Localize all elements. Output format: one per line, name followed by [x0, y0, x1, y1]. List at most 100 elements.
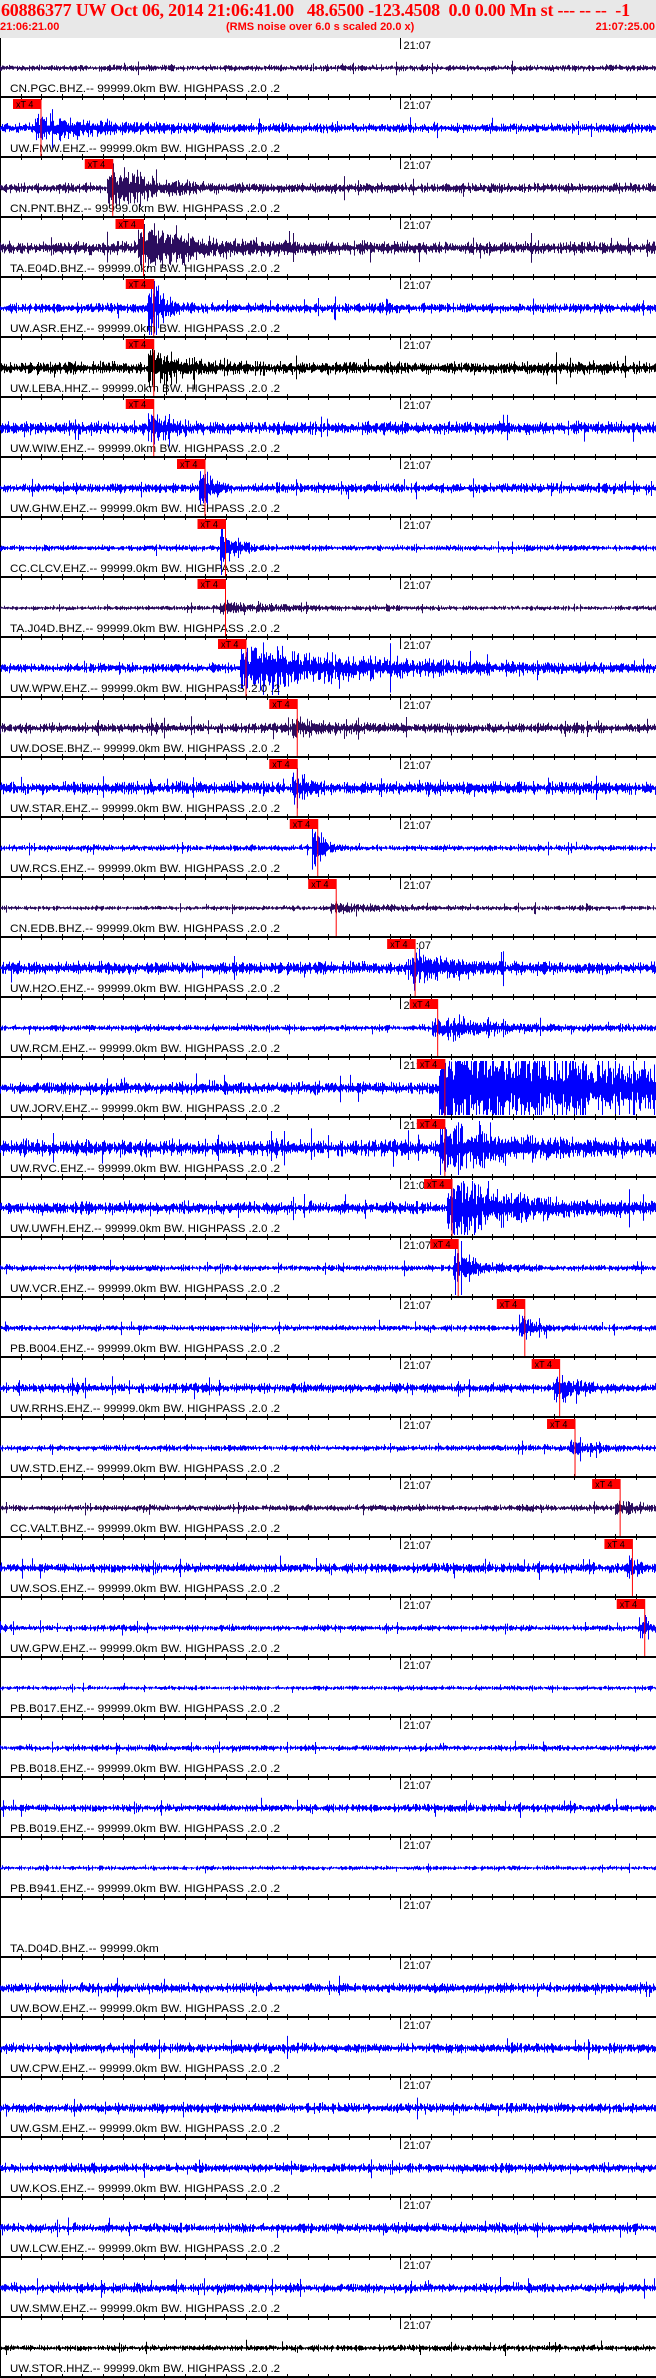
pick-label: xT 4	[129, 280, 146, 290]
station-label: UW.JORV.EHZ.-- 99999.0km BW. HIGHPASS .2…	[10, 1103, 280, 1115]
pick-label: xT 4	[293, 820, 310, 830]
waveform	[0, 413, 656, 447]
station-label: TA.J04D.BHZ.-- 99999.0km BW. HIGHPASS .2…	[10, 623, 280, 635]
waveform	[0, 2217, 656, 2238]
minute-label: 21:07	[404, 1600, 432, 1612]
trace-panel: 21:07 UW.ASR.EHZ.-- 99999.0km BW. HIGHPAS…	[0, 278, 656, 340]
minute-label: 21:07	[404, 640, 432, 652]
waveform	[0, 1314, 656, 1340]
trace-panel: 21:07 UW.WIW.EHZ.-- 99999.0km BW. HIGHPAS…	[0, 398, 656, 460]
waveform	[0, 1014, 656, 1042]
station-label: PB.B004.EHZ.-- 99999.0km BW. HIGHPASS .2…	[10, 1343, 280, 1355]
trace-panel: 21:07 TA.E04D.BHZ.-- 99999.0km BW. HIGHPA…	[0, 218, 656, 280]
pick-label: xT 4	[88, 160, 105, 170]
minute-label: 21:07	[404, 100, 432, 112]
trace-panel: 21:07 UW.RCS.EHZ.-- 99999.0km BW. HIGHPAS…	[0, 818, 656, 880]
pick-label: xT 4	[413, 1000, 430, 1010]
minute-label: 21:07	[404, 700, 432, 712]
rms-note: (RMS noise over 6.0 s scaled 20.0 x)	[226, 21, 415, 33]
pick-label: xT 4	[420, 1060, 437, 1070]
trace-panel: 21:07 UW.FMW.EHZ.-- 99999.0km BW. HIGHPAS…	[0, 98, 656, 160]
minute-label: 21:07	[404, 1300, 432, 1312]
pick-label: xT 4	[272, 700, 289, 710]
minute-label: 21:07	[404, 40, 432, 52]
minute-label: 21:07	[404, 1660, 432, 1672]
trace-panel: 21:07 UW.GSM.EHZ.-- 99999.0km BW. HIGHPAS…	[0, 2078, 656, 2140]
minute-label: 21:07	[404, 340, 432, 352]
station-label: PB.B941.EHZ.-- 99999.0km BW. HIGHPASS .2…	[10, 1883, 280, 1895]
minute-label: 21:07	[404, 1900, 432, 1912]
minute-label: 21:07	[404, 580, 432, 592]
station-label: CN.PNT.BHZ.-- 99999.0km BW. HIGHPASS .2.…	[10, 203, 280, 215]
waveform	[0, 2035, 656, 2060]
pick-label: xT 4	[180, 460, 197, 470]
station-label: UW.STOR.HHZ.-- 99999.0km BW. HIGHPASS .2…	[10, 2363, 280, 2375]
station-label: UW.WPW.EHZ.-- 99999.0km BW. HIGHPASS .2.…	[10, 683, 280, 695]
waveform	[0, 223, 656, 269]
minute-label: 21:07	[404, 2200, 432, 2212]
trace-panel: 21:07UW.JORV.EHZ.-- 99999.0km BW. HIGHPA…	[0, 1058, 656, 1120]
station-label: UW.FMW.EHZ.-- 99999.0km BW. HIGHPASS .2.…	[10, 143, 280, 155]
pick-label: xT 4	[433, 1240, 450, 1250]
station-label: CN.EDB.BHZ.-- 99999.0km BW. HIGHPASS .2.…	[10, 923, 280, 935]
station-label: UW.LEBA.HHZ.-- 99999.0km BW. HIGHPASS .2…	[10, 383, 280, 395]
minute-label: 21:07	[404, 2080, 432, 2092]
minute-label: 21:07	[404, 1960, 432, 1972]
waveform	[0, 1863, 656, 1874]
minute-label: 21:07	[404, 1480, 432, 1492]
minute-label: 21:07	[404, 2320, 432, 2332]
waveform	[0, 599, 656, 616]
waveform	[0, 1797, 656, 1818]
trace-panel: 21:07 UW.STAR.EHZ.-- 99999.0km BW. HIGHPA…	[0, 758, 656, 820]
station-label: UW.DOSE.BHZ.-- 99999.0km BW. HIGHPASS .2…	[10, 743, 280, 755]
station-label: UW.GPW.EHZ.-- 99999.0km BW. HIGHPASS .2.…	[10, 1643, 280, 1655]
pick-label: xT 4	[201, 580, 218, 590]
minute-label: 21:07	[404, 820, 432, 832]
trace-panel: 21:07 UW.GPW.EHZ.-- 99999.0km BW. HIGHPAS…	[0, 1598, 656, 1660]
minute-label: 21:07	[404, 880, 432, 892]
trace-panel: 21:07 TA.D04D.BHZ.-- 99999.0km	[0, 1898, 656, 1960]
station-label: CC.CLCV.EHZ.-- 99999.0km BW. HIGHPASS .2…	[10, 563, 280, 575]
waveform	[0, 471, 656, 505]
header: 60886377 UW Oct 06, 2014 21:06:41.00 48.…	[0, 0, 656, 38]
waveform	[0, 60, 656, 76]
trace-panel: 21:07UW.H2O.EHZ.-- 99999.0km BW. HIGHPAS…	[0, 938, 656, 1000]
trace-panel: 21:07 UW.SMW.EHZ.-- 99999.0km BW. HIGHPAS…	[0, 2258, 656, 2320]
station-label: PB.B019.EHZ.-- 99999.0km BW. HIGHPASS .2…	[10, 1823, 280, 1835]
start-time: 21:06:21.00	[0, 21, 60, 33]
station-label: UW.WIW.EHZ.-- 99999.0km BW. HIGHPASS .2.…	[10, 443, 280, 455]
pick-label: xT 4	[16, 100, 33, 110]
trace-panel: 21:07 UW.STOR.HHZ.-- 99999.0km BW. HIGHPA…	[0, 2318, 656, 2378]
waveform	[0, 2277, 656, 2299]
pick-label: xT 4	[129, 400, 146, 410]
waveform	[0, 2339, 656, 2356]
waveform	[0, 716, 656, 740]
pick-label: xT 4	[119, 220, 136, 230]
trace-panel: 21:07UW.RVC.EHZ.-- 99999.0km BW. HIGHPAS…	[0, 1118, 656, 1180]
minute-label: 21:07	[404, 1240, 432, 1252]
station-label: UW.BOW.EHZ.-- 99999.0km BW. HIGHPASS .2.…	[10, 2003, 280, 2015]
trace-panel: 21:07 UW.RRHS.EHZ.-- 99999.0km BW. HIGHPA…	[0, 1358, 656, 1420]
minute-label: 21:07	[404, 1420, 432, 1432]
trace-panel: 21:07 PB.B017.EHZ.-- 99999.0km BW. HIGHPA…	[0, 1658, 656, 1720]
pick-label: xT 4	[550, 1420, 567, 1430]
station-label: CN.PGC.BHZ.-- 99999.0km BW. HIGHPASS .2.…	[10, 83, 280, 95]
waveform	[0, 1682, 656, 1693]
station-label: UW.GSM.EHZ.-- 99999.0km BW. HIGHPASS .2.…	[10, 2123, 280, 2135]
waveform	[0, 1437, 656, 1462]
waveform	[0, 2097, 656, 2120]
station-label: UW.KOS.EHZ.-- 99999.0km BW. HIGHPASS .2.…	[10, 2183, 280, 2195]
trace-panel: 21:07 TA.J04D.BHZ.-- 99999.0km BW. HIGHPA…	[0, 578, 656, 640]
trace-panel: 21:07 UW.DOSE.BHZ.-- 99999.0km BW. HIGHPA…	[0, 698, 656, 760]
minute-label: 21:07	[404, 220, 432, 232]
trace-panel: 21:07 CC.CLCV.EHZ.-- 99999.0km BW. HIGHPA…	[0, 518, 656, 580]
minute-label: 21:07	[404, 460, 432, 472]
pick-label: xT 4	[607, 1540, 624, 1550]
station-label: PB.B018.EHZ.-- 99999.0km BW. HIGHPASS .2…	[10, 1763, 280, 1775]
trace-panel: 21:07 CN.PGC.BHZ.-- 99999.0km BW. HIGHPAS…	[0, 38, 656, 100]
waveform	[0, 1375, 656, 1404]
trace-panel: 21:07 UW.STD.EHZ.-- 99999.0km BW. HIGHPAS…	[0, 1418, 656, 1480]
station-label: UW.RRHS.EHZ.-- 99999.0km BW. HIGHPASS .2…	[10, 1403, 280, 1415]
station-label: PB.B017.EHZ.-- 99999.0km BW. HIGHPASS .2…	[10, 1703, 280, 1715]
station-label: UW.STAR.EHZ.-- 99999.0km BW. HIGHPASS .2…	[10, 803, 280, 815]
